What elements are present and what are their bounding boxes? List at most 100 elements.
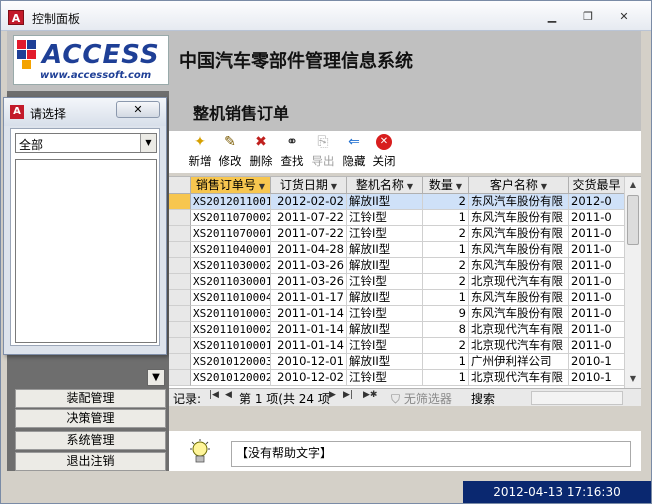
table-cell[interactable]: 2011-0 xyxy=(569,290,625,306)
table-cell[interactable]: XS2011010004 xyxy=(191,290,271,306)
table-cell[interactable]: 东风汽车股份有限 xyxy=(469,226,569,242)
nav-decision-button[interactable]: 决策管理 xyxy=(15,409,166,428)
table-cell[interactable]: 2011-0 xyxy=(569,274,625,290)
row-selector[interactable] xyxy=(169,210,191,226)
row-selector[interactable] xyxy=(169,242,191,258)
table-cell[interactable]: 东风汽车股份有限 xyxy=(469,306,569,322)
table-cell[interactable]: 2 xyxy=(423,274,469,290)
orders-datasheet[interactable]: 销售订单号 ▼ 订货日期 ▼ 整机名称 ▼ 数量 ▼ 客户名称 ▼ 交货最早 XS2012… xyxy=(169,176,641,388)
table-cell[interactable]: 江铃I型 xyxy=(347,210,423,226)
table-cell[interactable]: 东风汽车股份有限 xyxy=(469,290,569,306)
new-button[interactable]: ✦ 新增 xyxy=(185,133,215,171)
column-header[interactable]: 订货日期 ▼ xyxy=(271,177,347,194)
table-cell[interactable]: XS2012011001 xyxy=(191,194,271,210)
table-cell[interactable]: 1 xyxy=(423,354,469,370)
filter-combo[interactable]: 全部 ▼ xyxy=(15,133,157,153)
scroll-down-icon[interactable]: ▼ xyxy=(625,371,641,387)
restore-icon[interactable]: ❐ xyxy=(577,10,599,24)
table-cell[interactable]: 2010-12-01 xyxy=(271,354,347,370)
table-cell[interactable]: 2010-1 xyxy=(569,354,625,370)
table-cell[interactable]: 2012-0 xyxy=(569,194,625,210)
table-cell[interactable]: 2 xyxy=(423,258,469,274)
table-cell[interactable]: 2011-01-14 xyxy=(271,306,347,322)
row-selector[interactable] xyxy=(169,306,191,322)
table-cell[interactable]: 东风汽车股份有限 xyxy=(469,210,569,226)
table-cell[interactable]: 2011-01-14 xyxy=(271,322,347,338)
filter-listbox[interactable] xyxy=(15,159,157,343)
table-cell[interactable]: 解放II型 xyxy=(347,242,423,258)
table-cell[interactable]: 1 xyxy=(423,210,469,226)
search-input[interactable]: 搜索 xyxy=(471,390,523,406)
table-cell[interactable]: 解放II型 xyxy=(347,290,423,306)
table-cell[interactable]: 2011-0 xyxy=(569,338,625,354)
table-cell[interactable]: 2011-03-26 xyxy=(271,274,347,290)
row-selector[interactable] xyxy=(169,338,191,354)
table-cell[interactable]: 东风汽车股份有限 xyxy=(469,194,569,210)
select-all-corner[interactable] xyxy=(169,177,191,194)
table-cell[interactable]: XS2010120002 xyxy=(191,370,271,386)
table-cell[interactable]: 2010-1 xyxy=(569,370,625,386)
edit-button[interactable]: ✎ 修改 xyxy=(215,133,245,171)
table-cell[interactable]: XS2011010001 xyxy=(191,338,271,354)
dropdown-arrow-icon[interactable]: ▼ xyxy=(147,369,165,386)
table-cell[interactable]: 江铃I型 xyxy=(347,338,423,354)
close-form-button[interactable]: ✕ 关闭 xyxy=(369,133,399,171)
table-cell[interactable]: 解放II型 xyxy=(347,194,423,210)
table-cell[interactable]: 2012-02-02 xyxy=(271,194,347,210)
table-cell[interactable]: XS2011030002 xyxy=(191,258,271,274)
table-cell[interactable]: 8 xyxy=(423,322,469,338)
nav-assembly-button[interactable]: 装配管理 xyxy=(15,389,166,408)
find-button[interactable]: ⚭ 查找 xyxy=(277,133,307,171)
table-cell[interactable]: 2011-0 xyxy=(569,258,625,274)
new-record-icon[interactable]: ▶✱ xyxy=(363,390,377,400)
table-cell[interactable]: 北京现代汽车有限 xyxy=(469,338,569,354)
minimize-icon[interactable]: ▁ xyxy=(541,10,563,24)
prev-record-icon[interactable]: ◀ xyxy=(225,390,232,400)
table-cell[interactable]: 1 xyxy=(423,370,469,386)
table-cell[interactable]: 2011-07-22 xyxy=(271,226,347,242)
last-record-icon[interactable]: ▶| xyxy=(343,390,353,400)
table-cell[interactable]: 2011-03-26 xyxy=(271,258,347,274)
nav-logout-button[interactable]: 退出注销 xyxy=(15,452,166,471)
table-cell[interactable]: 江铃I型 xyxy=(347,370,423,386)
table-cell[interactable]: 2011-04-28 xyxy=(271,242,347,258)
table-cell[interactable]: 2011-0 xyxy=(569,242,625,258)
next-record-icon[interactable]: ▶ xyxy=(329,390,336,400)
vertical-scrollbar[interactable]: ▲ ▼ xyxy=(624,177,641,388)
table-cell[interactable]: XS2011070002 xyxy=(191,210,271,226)
table-cell[interactable]: 9 xyxy=(423,306,469,322)
table-cell[interactable]: 解放II型 xyxy=(347,258,423,274)
record-position[interactable]: 第 1 项(共 24 项 xyxy=(239,390,330,407)
delete-button[interactable]: ✖ 删除 xyxy=(246,133,276,171)
table-cell[interactable]: 广州伊利祥公司 xyxy=(469,354,569,370)
table-cell[interactable]: 解放II型 xyxy=(347,354,423,370)
row-selector[interactable] xyxy=(169,322,191,338)
table-cell[interactable]: 2011-07-22 xyxy=(271,210,347,226)
row-selector[interactable] xyxy=(169,274,191,290)
table-cell[interactable]: 东风汽车股份有限 xyxy=(469,242,569,258)
table-cell[interactable]: XS2010120003 xyxy=(191,354,271,370)
column-header[interactable]: 数量 ▼ xyxy=(423,177,469,194)
column-header[interactable]: 整机名称 ▼ xyxy=(347,177,423,194)
table-cell[interactable]: 2011-0 xyxy=(569,322,625,338)
table-cell[interactable]: 2 xyxy=(423,226,469,242)
column-header[interactable]: 交货最早 xyxy=(569,177,625,194)
row-selector[interactable] xyxy=(169,194,191,210)
popup-close-button[interactable]: ✕ xyxy=(116,101,160,118)
close-icon[interactable]: ✕ xyxy=(613,10,635,24)
table-cell[interactable]: 2 xyxy=(423,194,469,210)
table-cell[interactable]: 解放II型 xyxy=(347,322,423,338)
table-cell[interactable]: 2010-12-02 xyxy=(271,370,347,386)
table-cell[interactable]: XS2011070001 xyxy=(191,226,271,242)
table-cell[interactable]: 2011-0 xyxy=(569,226,625,242)
table-cell[interactable]: 东风汽车股份有限 xyxy=(469,258,569,274)
table-cell[interactable]: XS2011030001 xyxy=(191,274,271,290)
table-cell[interactable]: 2011-0 xyxy=(569,306,625,322)
table-cell[interactable]: 1 xyxy=(423,290,469,306)
row-selector[interactable] xyxy=(169,290,191,306)
scroll-thumb[interactable] xyxy=(627,195,639,245)
chevron-down-icon[interactable]: ▼ xyxy=(140,134,156,152)
table-cell[interactable]: 2011-0 xyxy=(569,210,625,226)
row-selector[interactable] xyxy=(169,370,191,386)
filter-indicator[interactable]: ⛉ 无筛选器 xyxy=(391,390,452,407)
